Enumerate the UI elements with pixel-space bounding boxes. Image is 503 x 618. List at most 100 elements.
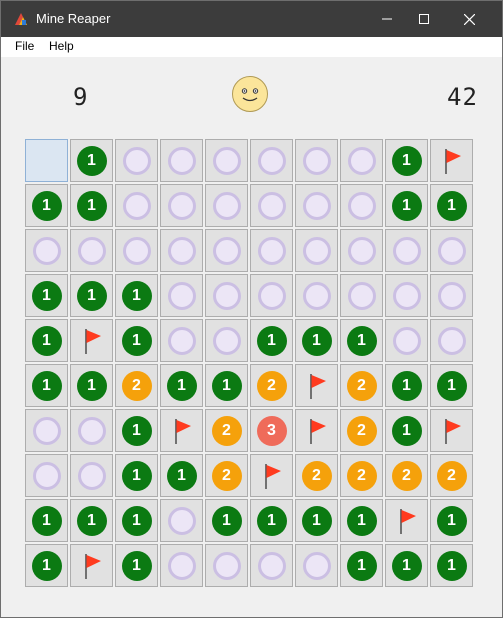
hidden-cell[interactable] [205,274,248,317]
hidden-cell[interactable] [385,274,428,317]
hidden-cell[interactable] [250,274,293,317]
number-cell[interactable]: 2 [430,454,473,497]
number-cell[interactable]: 1 [295,499,338,542]
number-cell[interactable]: 1 [385,139,428,182]
number-cell[interactable]: 3 [250,409,293,452]
number-cell[interactable]: 1 [205,499,248,542]
hidden-cell[interactable] [340,274,383,317]
flagged-cell[interactable] [430,139,473,182]
hidden-cell[interactable] [205,184,248,227]
number-cell[interactable]: 1 [70,499,113,542]
number-cell[interactable]: 1 [385,544,428,587]
hidden-cell[interactable] [70,409,113,452]
hidden-cell[interactable] [250,544,293,587]
hidden-cell[interactable] [160,319,203,362]
number-cell[interactable]: 1 [25,544,68,587]
hidden-cell[interactable] [430,229,473,272]
flagged-cell[interactable] [295,409,338,452]
hidden-cell[interactable] [25,409,68,452]
flagged-cell[interactable] [430,409,473,452]
number-cell[interactable]: 2 [385,454,428,497]
number-cell[interactable]: 2 [295,454,338,497]
flagged-cell[interactable] [70,319,113,362]
hidden-cell[interactable] [25,454,68,497]
flagged-cell[interactable] [250,454,293,497]
number-cell[interactable]: 1 [115,409,158,452]
number-cell[interactable]: 1 [70,274,113,317]
hidden-cell[interactable] [250,184,293,227]
flagged-cell[interactable] [385,499,428,542]
maximize-button[interactable] [401,1,447,37]
hidden-cell[interactable] [205,319,248,362]
number-cell[interactable]: 1 [430,364,473,407]
hidden-cell[interactable] [205,544,248,587]
hidden-cell[interactable] [160,499,203,542]
close-button[interactable] [446,1,492,37]
number-cell[interactable]: 1 [430,544,473,587]
menu-help[interactable]: Help [47,39,76,53]
number-cell[interactable]: 1 [115,544,158,587]
hidden-cell[interactable] [115,139,158,182]
hidden-cell[interactable] [295,274,338,317]
hidden-cell[interactable] [250,139,293,182]
number-cell[interactable]: 2 [205,409,248,452]
number-cell[interactable]: 1 [385,409,428,452]
number-cell[interactable]: 1 [115,274,158,317]
hidden-cell[interactable] [295,229,338,272]
hidden-cell[interactable] [160,274,203,317]
number-cell[interactable]: 1 [385,364,428,407]
number-cell[interactable]: 1 [25,274,68,317]
hidden-cell[interactable] [205,229,248,272]
number-cell[interactable]: 1 [250,319,293,362]
hidden-cell[interactable] [250,229,293,272]
smiley-face-button[interactable] [231,75,269,113]
number-cell[interactable]: 1 [430,184,473,227]
hidden-cell[interactable] [25,229,68,272]
number-cell[interactable]: 1 [115,454,158,497]
menu-file[interactable]: File [13,39,36,53]
number-cell[interactable]: 1 [160,364,203,407]
number-cell[interactable]: 1 [25,184,68,227]
hidden-cell[interactable] [430,274,473,317]
hidden-cell[interactable] [160,544,203,587]
hidden-cell[interactable] [340,229,383,272]
hidden-cell[interactable] [430,319,473,362]
number-cell[interactable]: 1 [115,499,158,542]
number-cell[interactable]: 1 [385,184,428,227]
hidden-cell[interactable] [340,184,383,227]
number-cell[interactable]: 1 [295,319,338,362]
hidden-cell[interactable] [160,184,203,227]
number-cell[interactable]: 1 [340,319,383,362]
number-cell[interactable]: 1 [25,499,68,542]
number-cell[interactable]: 2 [340,409,383,452]
hidden-cell[interactable] [385,319,428,362]
hidden-cell[interactable] [295,139,338,182]
number-cell[interactable]: 1 [25,364,68,407]
hidden-cell[interactable] [70,454,113,497]
hidden-cell[interactable] [295,184,338,227]
number-cell[interactable]: 1 [70,364,113,407]
flagged-cell[interactable] [70,544,113,587]
number-cell[interactable]: 2 [250,364,293,407]
number-cell[interactable]: 1 [25,319,68,362]
number-cell[interactable]: 1 [340,499,383,542]
number-cell[interactable]: 1 [340,544,383,587]
hidden-cell[interactable] [205,139,248,182]
number-cell[interactable]: 1 [250,499,293,542]
revealed-empty-cell[interactable] [25,139,68,182]
hidden-cell[interactable] [340,139,383,182]
hidden-cell[interactable] [160,139,203,182]
number-cell[interactable]: 2 [340,454,383,497]
flagged-cell[interactable] [295,364,338,407]
hidden-cell[interactable] [115,184,158,227]
hidden-cell[interactable] [115,229,158,272]
flagged-cell[interactable] [160,409,203,452]
number-cell[interactable]: 2 [340,364,383,407]
hidden-cell[interactable] [160,229,203,272]
number-cell[interactable]: 1 [160,454,203,497]
number-cell[interactable]: 2 [205,454,248,497]
number-cell[interactable]: 1 [115,319,158,362]
number-cell[interactable]: 1 [430,499,473,542]
hidden-cell[interactable] [385,229,428,272]
hidden-cell[interactable] [70,229,113,272]
